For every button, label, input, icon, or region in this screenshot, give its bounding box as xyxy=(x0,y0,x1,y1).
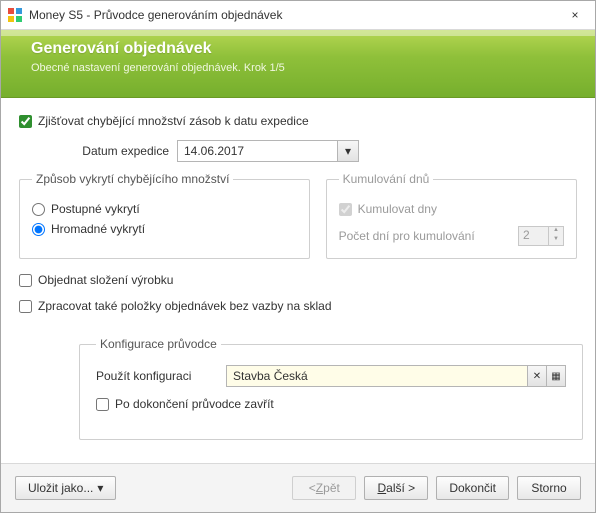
expedition-date-row: Datum expedice 14.06.2017 ▾ xyxy=(69,140,577,162)
cover-hromadne-radio[interactable] xyxy=(32,223,45,236)
expedition-date-value: 14.06.2017 xyxy=(178,141,337,161)
save-as-button[interactable]: Uložit jako... ▾ xyxy=(15,476,116,500)
cancel-button[interactable]: Storno xyxy=(517,476,581,500)
kumulovat-label: Kumulovat dny xyxy=(358,202,437,216)
config-use-label: Použít konfiguraci xyxy=(96,369,226,383)
wizard-subtitle: Obecné nastavení generování objednávek. … xyxy=(31,62,575,74)
detect-missing-checkbox[interactable] xyxy=(19,115,32,128)
chevron-down-icon: ▾ xyxy=(97,481,103,495)
wizard-title: Generování objednávek xyxy=(31,40,575,58)
kumulovani-legend: Kumulování dnů xyxy=(339,172,434,186)
next-rest: alší > xyxy=(386,481,415,495)
back-button: < Zpět xyxy=(292,476,356,500)
zpracovat-checkbox[interactable] xyxy=(19,300,32,313)
pocet-dni-spinner: 2 ▲ ▼ xyxy=(518,226,564,246)
cancel-label: Storno xyxy=(531,481,566,495)
dialog-window: Money S5 - Průvodce generováním objednáv… xyxy=(0,0,596,513)
spinner-up-icon: ▲ xyxy=(549,227,563,236)
next-button[interactable]: Další > xyxy=(364,476,428,500)
close-after-label: Po dokončení průvodce zavřít xyxy=(115,397,274,411)
close-icon: × xyxy=(571,8,578,22)
config-legend: Konfigurace průvodce xyxy=(96,337,221,351)
finish-button[interactable]: Dokončit xyxy=(436,476,509,500)
config-browse-button[interactable]: ▦ xyxy=(546,366,565,386)
browse-icon: ▦ xyxy=(551,371,560,382)
cover-method-group: Způsob vykrytí chybějícího množství Post… xyxy=(19,172,310,259)
close-after-checkbox[interactable] xyxy=(96,398,109,411)
options-columns: Způsob vykrytí chybějícího množství Post… xyxy=(19,172,577,259)
wizard-header: Generování objednávek Obecné nastavení g… xyxy=(1,30,595,98)
objednat-checkbox[interactable] xyxy=(19,274,32,287)
detect-missing-row: Zjišťovat chybějící množství zásob k dat… xyxy=(19,114,577,128)
close-button[interactable]: × xyxy=(555,1,595,29)
spinner-down-icon: ▼ xyxy=(549,236,563,245)
app-icon xyxy=(7,7,23,23)
clear-icon: ✕ xyxy=(533,371,541,382)
wizard-body: Zjišťovat chybějící množství zásob k dat… xyxy=(1,98,595,463)
kumulovat-checkbox xyxy=(339,203,352,216)
back-rest: pět xyxy=(323,481,340,495)
objednat-label: Objednat složení výrobku xyxy=(38,273,173,287)
cover-method-legend: Způsob vykrytí chybějícího množství xyxy=(32,172,233,186)
expedition-date-field[interactable]: 14.06.2017 ▾ xyxy=(177,140,359,162)
config-use-row: Použít konfiguraci Stavba Česká ✕ ▦ xyxy=(96,365,566,387)
cover-postupne-label: Postupné vykrytí xyxy=(51,202,140,216)
wizard-footer: Uložit jako... ▾ < Zpět Další > Dokončit… xyxy=(1,463,595,512)
cover-postupne-radio[interactable] xyxy=(32,203,45,216)
finish-label: Dokončit xyxy=(449,481,496,495)
back-prefix: < xyxy=(309,481,316,495)
zpracovat-label: Zpracovat také položky objednávek bez va… xyxy=(38,299,332,313)
cover-hromadne-label: Hromadné vykrytí xyxy=(51,222,145,236)
objednat-row: Objednat složení výrobku xyxy=(19,273,577,287)
pocet-dni-label: Počet dní pro kumulování xyxy=(339,229,475,243)
back-hotkey: Z xyxy=(316,481,323,495)
save-as-label: Uložit jako... xyxy=(28,481,93,495)
window-title: Money S5 - Průvodce generováním objednáv… xyxy=(29,8,555,22)
pocet-dni-value: 2 xyxy=(519,227,548,245)
next-hotkey: D xyxy=(377,481,386,495)
config-group: Konfigurace průvodce Použít konfiguraci … xyxy=(79,337,583,440)
expedition-date-label: Datum expedice xyxy=(69,144,169,158)
chevron-down-icon: ▾ xyxy=(345,144,351,158)
config-combo[interactable]: Stavba Česká ✕ ▦ xyxy=(226,365,566,387)
titlebar: Money S5 - Průvodce generováním objednáv… xyxy=(1,1,595,30)
expedition-date-dropdown[interactable]: ▾ xyxy=(337,141,358,161)
kumulovani-group: Kumulování dnů Kumulovat dny Počet dní p… xyxy=(326,172,577,259)
detect-missing-label: Zjišťovat chybějící množství zásob k dat… xyxy=(38,114,309,128)
zpracovat-row: Zpracovat také položky objednávek bez va… xyxy=(19,299,577,313)
config-clear-button[interactable]: ✕ xyxy=(527,366,546,386)
config-combo-value: Stavba Česká xyxy=(227,366,527,386)
